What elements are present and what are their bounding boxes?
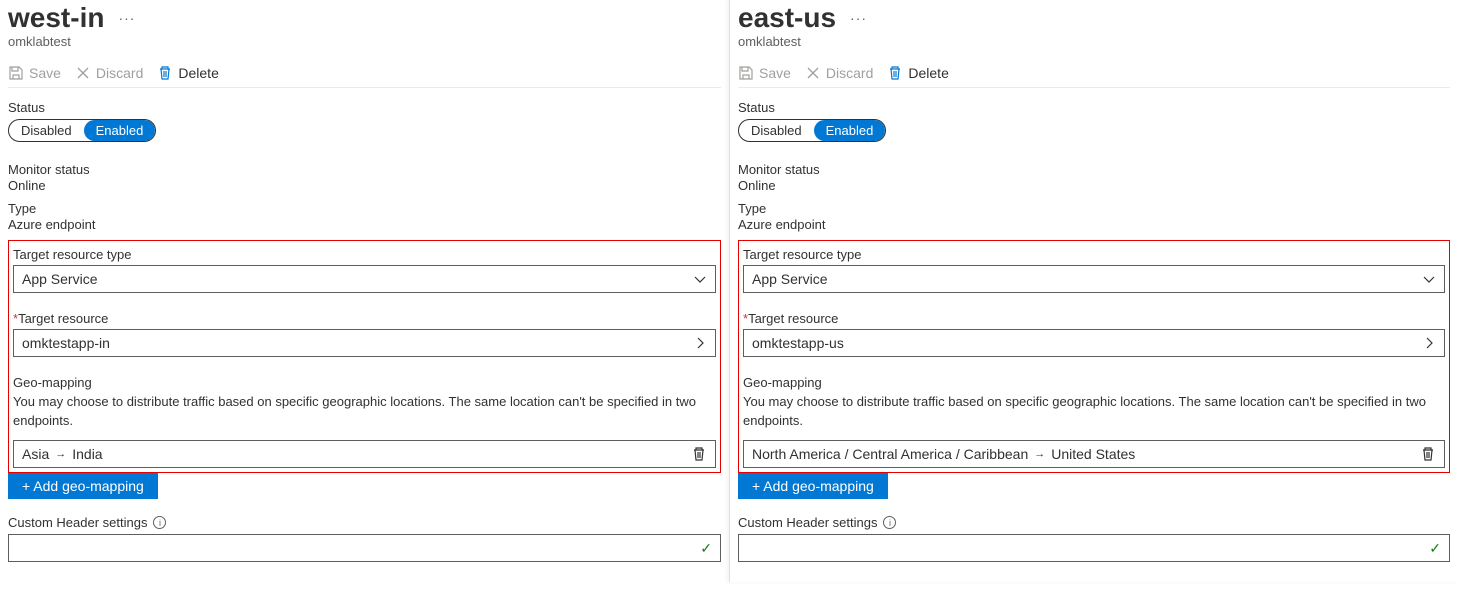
status-label: Status <box>738 100 1450 115</box>
discard-label: Discard <box>826 65 873 81</box>
geo-mapping-text: North America / Central America / Caribb… <box>752 446 1135 462</box>
delete-label: Delete <box>908 65 948 81</box>
target-resource-type-value: App Service <box>22 271 97 287</box>
chevron-down-icon <box>1422 272 1436 286</box>
save-button[interactable]: Save <box>738 65 791 81</box>
type-label: Type <box>738 201 1450 216</box>
command-bar: Save Discard Delete <box>738 59 1450 88</box>
monitor-status-value: Online <box>738 178 1450 193</box>
discard-label: Discard <box>96 65 143 81</box>
check-icon: ✓ <box>700 540 712 557</box>
page-title: east-us <box>738 0 836 36</box>
status-toggle[interactable]: Disabled Enabled <box>738 119 886 142</box>
monitor-status-value: Online <box>8 178 721 193</box>
target-resource-label: *Target resource <box>13 311 716 326</box>
geo-mapping-label: Geo-mapping <box>13 375 716 390</box>
add-geo-mapping-button[interactable]: + Add geo-mapping <box>8 473 158 499</box>
arrow-icon: → <box>55 448 66 460</box>
geo-mapping-row[interactable]: North America / Central America / Caribb… <box>743 440 1445 468</box>
save-label: Save <box>759 65 791 81</box>
trash-icon <box>887 65 903 81</box>
highlighted-section: Target resource type App Service *Target… <box>8 240 721 473</box>
trash-icon <box>157 65 173 81</box>
status-disabled[interactable]: Disabled <box>739 120 814 141</box>
more-menu-icon[interactable]: ··· <box>850 10 867 26</box>
info-icon[interactable]: i <box>883 516 896 529</box>
target-resource-label: *Target resource <box>743 311 1445 326</box>
target-resource-type-label: Target resource type <box>743 247 1445 262</box>
geo-mapping-row[interactable]: Asia → India <box>13 440 716 468</box>
geo-mapping-text: Asia → India <box>22 446 103 462</box>
monitor-status-label: Monitor status <box>738 162 1450 177</box>
breadcrumb: omklabtest <box>738 34 1450 49</box>
delete-geo-icon[interactable] <box>1420 446 1436 462</box>
status-toggle[interactable]: Disabled Enabled <box>8 119 156 142</box>
command-bar: Save Discard Delete <box>8 59 721 88</box>
target-resource-type-value: App Service <box>752 271 827 287</box>
chevron-right-icon <box>1422 336 1436 350</box>
geo-mapping-desc: You may choose to distribute traffic bas… <box>13 392 716 430</box>
info-icon[interactable]: i <box>153 516 166 529</box>
custom-header-label: Custom Header settings i <box>738 515 1450 530</box>
target-resource-type-select[interactable]: App Service <box>13 265 716 293</box>
title-row: west-in ··· <box>8 0 721 36</box>
type-label: Type <box>8 201 721 216</box>
save-button[interactable]: Save <box>8 65 61 81</box>
geo-mapping-desc: You may choose to distribute traffic bas… <box>743 392 1445 430</box>
monitor-status-label: Monitor status <box>8 162 721 177</box>
status-label: Status <box>8 100 721 115</box>
chevron-right-icon <box>693 336 707 350</box>
custom-header-input[interactable]: ✓ <box>738 534 1450 562</box>
endpoint-pane-right: east-us ··· omklabtest Save Discard Dele… <box>729 0 1458 582</box>
delete-button[interactable]: Delete <box>157 65 218 81</box>
delete-label: Delete <box>178 65 218 81</box>
target-resource-type-label: Target resource type <box>13 247 716 262</box>
save-label: Save <box>29 65 61 81</box>
delete-geo-icon[interactable] <box>691 446 707 462</box>
type-value: Azure endpoint <box>738 217 1450 232</box>
save-icon <box>8 65 24 81</box>
status-disabled[interactable]: Disabled <box>9 120 84 141</box>
breadcrumb: omklabtest <box>8 34 721 49</box>
custom-header-label: Custom Header settings i <box>8 515 721 530</box>
custom-header-input[interactable]: ✓ <box>8 534 721 562</box>
close-icon <box>805 65 821 81</box>
check-icon: ✓ <box>1429 540 1441 557</box>
title-row: east-us ··· <box>738 0 1450 36</box>
arrow-icon: → <box>1034 448 1045 460</box>
page-title: west-in <box>8 0 104 36</box>
status-enabled[interactable]: Enabled <box>814 120 886 141</box>
add-geo-mapping-button[interactable]: + Add geo-mapping <box>738 473 888 499</box>
close-icon <box>75 65 91 81</box>
discard-button[interactable]: Discard <box>75 65 143 81</box>
type-value: Azure endpoint <box>8 217 721 232</box>
delete-button[interactable]: Delete <box>887 65 948 81</box>
highlighted-section: Target resource type App Service *Target… <box>738 240 1450 473</box>
status-enabled[interactable]: Enabled <box>84 120 156 141</box>
target-resource-picker[interactable]: omktestapp-us <box>743 329 1445 357</box>
target-resource-picker[interactable]: omktestapp-in <box>13 329 716 357</box>
target-resource-type-select[interactable]: App Service <box>743 265 1445 293</box>
target-resource-value: omktestapp-us <box>752 335 844 351</box>
geo-mapping-label: Geo-mapping <box>743 375 1445 390</box>
discard-button[interactable]: Discard <box>805 65 873 81</box>
chevron-down-icon <box>693 272 707 286</box>
target-resource-value: omktestapp-in <box>22 335 110 351</box>
save-icon <box>738 65 754 81</box>
endpoint-pane-left: west-in ··· omklabtest Save Discard Dele… <box>0 0 729 582</box>
more-menu-icon[interactable]: ··· <box>118 10 135 26</box>
